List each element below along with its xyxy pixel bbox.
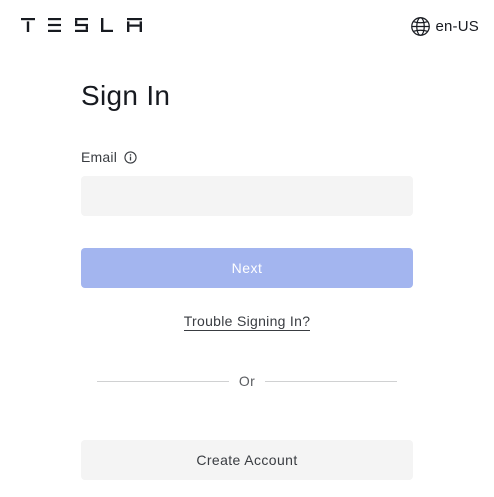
top-bar: en-US <box>0 0 494 52</box>
create-account-button[interactable]: Create Account <box>81 440 413 480</box>
trouble-signing-in-link[interactable]: Trouble Signing In? <box>183 313 311 331</box>
email-label: Email <box>81 149 118 165</box>
tesla-logo-icon[interactable] <box>21 18 142 32</box>
trouble-link-row: Trouble Signing In? <box>0 313 494 331</box>
email-field[interactable] <box>81 176 413 216</box>
email-label-row: Email <box>81 149 137 165</box>
page-title: Sign In <box>81 80 171 111</box>
info-icon[interactable] <box>124 150 137 164</box>
locale-selector[interactable]: en-US <box>410 15 479 37</box>
globe-icon <box>411 16 431 36</box>
or-divider: Or <box>97 372 397 392</box>
divider-line-right <box>265 381 397 382</box>
next-button[interactable]: Next <box>81 248 413 288</box>
locale-label: en-US <box>435 17 479 35</box>
